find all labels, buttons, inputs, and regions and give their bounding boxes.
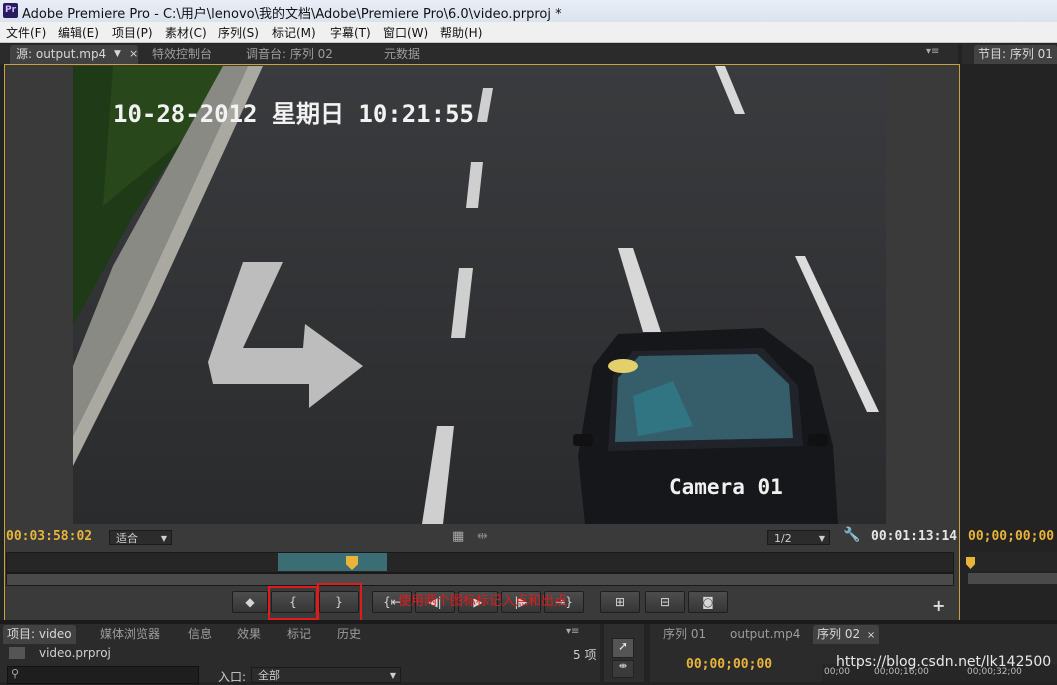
menu-marker[interactable]: 标记(M) — [272, 24, 316, 41]
resolution-dropdown[interactable]: 1/2 ▼ — [767, 530, 830, 545]
tab-sequence-02[interactable]: 序列 02 × — [813, 625, 880, 644]
tab-audio-mixer[interactable]: 调音台: 序列 02 — [246, 45, 333, 64]
tab-effect-controls[interactable]: 特效控制台 — [152, 45, 212, 64]
close-icon[interactable]: × — [129, 44, 138, 63]
timeline-panel-tabs: 序列 01 output.mp4 序列 02 × — [650, 624, 1057, 644]
tab-output-mp4[interactable]: output.mp4 — [730, 625, 800, 644]
program-panel-tabs: 节目: 序列 01 — [962, 44, 1057, 64]
wrench-icon[interactable]: 🔧 — [843, 527, 860, 543]
watermark-text: https://blog.csdn.net/lk142500 — [836, 654, 1052, 670]
tab-history[interactable]: 历史 — [337, 625, 361, 644]
tab-project[interactable]: 项目: video — [3, 625, 76, 644]
menu-project[interactable]: 项目(P) — [112, 24, 153, 41]
video-frame[interactable]: 10-28-2012 星期日 10:21:55 Camera 01 — [73, 66, 886, 524]
tab-sequence-02-label: 序列 02 — [817, 627, 861, 641]
source-panel-tabs: 源: output.mp4 ▼ × 特效控制台 调音台: 序列 02 元数据 ▾… — [0, 44, 958, 64]
annotation-text: 使用两个图标标记入点和出点 — [398, 594, 568, 609]
in-point-dropdown[interactable]: 全部 ▼ — [251, 667, 401, 683]
audio-waveform-icon[interactable]: ⇹ — [477, 529, 488, 544]
in-label: 入口: — [218, 670, 247, 684]
in-out-range[interactable] — [278, 553, 387, 571]
source-time-ruler[interactable] — [6, 552, 954, 573]
project-item-count: 5 项 — [573, 648, 597, 662]
panel-menu-icon[interactable]: ▾≡ — [926, 46, 939, 57]
chevron-down-icon: ▼ — [818, 534, 825, 543]
premiere-app-icon: Pr — [3, 3, 18, 18]
track-select-tool-icon[interactable]: ⇼ — [612, 660, 634, 678]
tab-source[interactable]: 源: output.mp4 ▼ × — [10, 45, 138, 64]
video-datetime-overlay: 10-28-2012 星期日 10:21:55 — [113, 100, 474, 128]
search-input[interactable]: ⚲ — [7, 666, 199, 684]
video-camera-overlay: Camera 01 — [669, 475, 783, 499]
road-scene-image — [73, 66, 886, 524]
project-panel-body: video.prproj 5 项 ⚲ 入口: 全部 ▼ — [0, 644, 600, 684]
search-icon: ⚲ — [11, 667, 20, 680]
annotation-box-in — [268, 586, 318, 620]
tab-media-browser[interactable]: 媒体浏览器 — [100, 625, 160, 644]
menu-sequence[interactable]: 序列(S) — [218, 24, 259, 41]
tab-sequence-01[interactable]: 序列 01 — [663, 625, 706, 644]
title-bar: Pr Adobe Premiere Pro - C:\用户\lenovo\我的文… — [0, 0, 1057, 22]
zoom-scrollbar[interactable] — [6, 573, 954, 586]
menu-bar: 文件(F) 编辑(E) 项目(P) 素材(C) 序列(S) 标记(M) 字幕(T… — [0, 22, 1057, 43]
duration-timecode: 00:01:13:14 — [871, 529, 958, 544]
add-button[interactable]: + — [932, 596, 945, 615]
fit-dropdown-value: 适合 — [116, 532, 138, 545]
add-marker-button[interactable]: ◆ — [232, 591, 268, 613]
in-point-value: 全部 — [258, 669, 280, 682]
menu-title[interactable]: 字幕(T) — [330, 24, 371, 41]
tab-info[interactable]: 信息 — [188, 625, 212, 644]
menu-clip[interactable]: 素材(C) — [165, 24, 207, 41]
project-filename: video.prproj — [39, 646, 111, 660]
annotation-box-out — [317, 583, 362, 622]
selection-tool-icon[interactable]: ➚ — [612, 638, 634, 658]
panel-menu-icon[interactable]: ▾≡ — [566, 626, 579, 637]
overwrite-button[interactable]: ⊟ — [645, 591, 685, 613]
resolution-dropdown-value: 1/2 — [774, 532, 792, 545]
tab-metadata[interactable]: 元数据 — [384, 45, 420, 64]
tools-panel: ➚ ⇼ — [604, 624, 644, 682]
chevron-down-icon: ▼ — [160, 534, 167, 543]
menu-edit[interactable]: 编辑(E) — [58, 24, 99, 41]
program-time-ruler[interactable] — [968, 552, 1057, 571]
close-icon[interactable]: × — [867, 630, 875, 641]
insert-button[interactable]: ⊞ — [600, 591, 640, 613]
menu-help[interactable]: 帮助(H) — [440, 24, 482, 41]
program-timecode[interactable]: 00;00;00;00 — [968, 529, 1054, 544]
chevron-down-icon: ▼ — [389, 671, 396, 680]
tab-source-label: 源: output.mp4 — [16, 47, 107, 61]
project-panel-tabs: 项目: video 媒体浏览器 信息 效果 标记 历史 ▾≡ — [0, 624, 600, 644]
chevron-down-icon[interactable]: ▼ — [114, 45, 121, 64]
tab-program[interactable]: 节目: 序列 01 — [974, 45, 1057, 64]
current-timecode[interactable]: 00:03:58:02 — [6, 529, 92, 544]
menu-file[interactable]: 文件(F) — [6, 24, 46, 41]
menu-window[interactable]: 窗口(W) — [383, 24, 428, 41]
fit-dropdown[interactable]: 适合 ▼ — [109, 530, 172, 545]
window-title: Adobe Premiere Pro - C:\用户\lenovo\我的文档\A… — [22, 7, 562, 22]
program-zoom-scrollbar[interactable] — [968, 573, 1057, 584]
tab-effects[interactable]: 效果 — [237, 625, 261, 644]
filmstrip-icon[interactable]: ▦ — [452, 529, 464, 544]
timeline-timecode[interactable]: 00;00;00;00 — [686, 657, 772, 672]
export-frame-button[interactable]: ◙ — [688, 591, 728, 613]
project-file-icon — [9, 647, 25, 659]
tab-markers[interactable]: 标记 — [287, 625, 311, 644]
